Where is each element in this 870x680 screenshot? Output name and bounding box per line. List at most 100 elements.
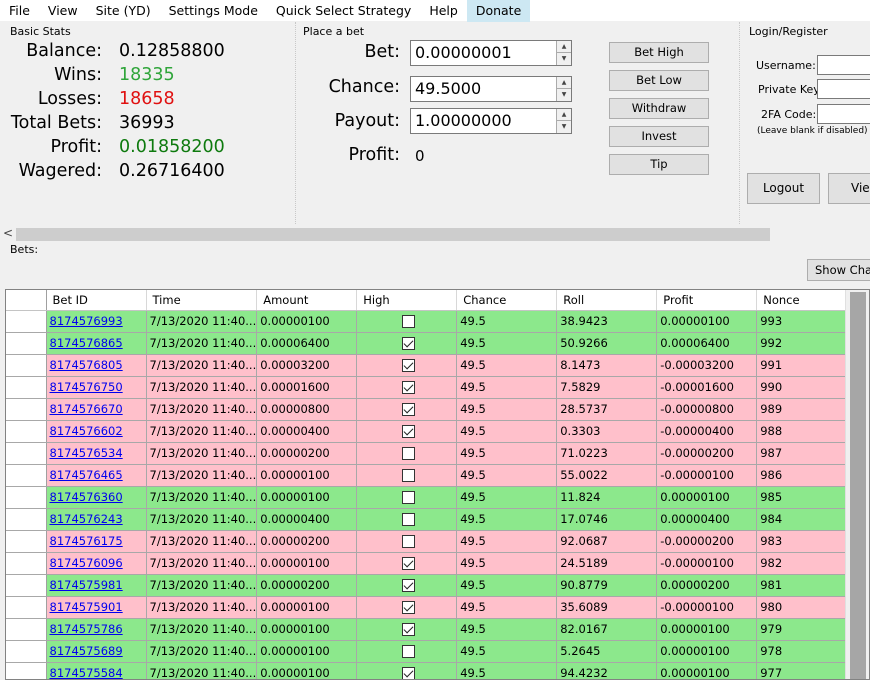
show-chart-button[interactable]: Show Chart bbox=[807, 259, 870, 281]
bet-id-link[interactable]: 8174576993 bbox=[50, 314, 123, 328]
chance-input[interactable]: 49.5000 ▲ ▼ bbox=[410, 76, 572, 102]
checked-checkbox-icon[interactable] bbox=[401, 425, 415, 438]
bet-id-link[interactable]: 8174575584 bbox=[50, 666, 123, 679]
bet-id-link[interactable]: 8174576750 bbox=[50, 380, 123, 394]
unchecked-checkbox-icon[interactable] bbox=[401, 447, 415, 460]
unchecked-checkbox-icon[interactable] bbox=[401, 645, 415, 658]
scrollbar-thumb[interactable] bbox=[16, 228, 770, 241]
table-row[interactable]: 8174575786 7/13/2020 11:40... 0.00000100 49… bbox=[6, 618, 858, 641]
vertical-scrollbar[interactable] bbox=[845, 290, 869, 679]
table-row[interactable]: 8174576993 7/13/2020 11:40... 0.00000100 49… bbox=[6, 310, 858, 333]
bet-high-button[interactable]: Bet High bbox=[609, 42, 709, 63]
table-row[interactable]: 8174575584 7/13/2020 11:40... 0.00000100 49… bbox=[6, 662, 858, 679]
bet-id-link[interactable]: 8174576865 bbox=[50, 336, 123, 350]
table-row[interactable]: 8174576465 7/13/2020 11:40... 0.00000100 49… bbox=[6, 464, 858, 487]
scroll-left-icon[interactable]: < bbox=[3, 226, 13, 240]
invest-button[interactable]: Invest bbox=[609, 126, 709, 147]
bet-id-link[interactable]: 8174576805 bbox=[50, 358, 123, 372]
bet-id-link[interactable]: 8174576670 bbox=[50, 402, 123, 416]
table-row[interactable]: 8174576360 7/13/2020 11:40... 0.00000100 49… bbox=[6, 486, 858, 509]
username-input[interactable] bbox=[817, 55, 870, 75]
menu-file[interactable]: File bbox=[0, 0, 39, 22]
menu-settings-mode[interactable]: Settings Mode bbox=[160, 0, 267, 22]
bet-id-link[interactable]: 8174576360 bbox=[50, 490, 123, 504]
table-row[interactable]: 8174576805 7/13/2020 11:40... 0.00003200 49… bbox=[6, 354, 858, 377]
bet-id-link[interactable]: 8174576175 bbox=[50, 534, 123, 548]
twofa-input[interactable] bbox=[817, 104, 870, 124]
payout-spinner[interactable]: ▲ ▼ bbox=[556, 109, 571, 133]
bet-id-link[interactable]: 8174575981 bbox=[50, 578, 123, 592]
profit-cell: -0.00000200 bbox=[656, 442, 758, 465]
bet-id-link[interactable]: 8174575786 bbox=[50, 622, 123, 636]
table-row[interactable]: 8174576602 7/13/2020 11:40... 0.00000400 49… bbox=[6, 420, 858, 443]
table-row[interactable]: 8174576534 7/13/2020 11:40... 0.00000200 49… bbox=[6, 442, 858, 465]
menu-quick-select-strategy[interactable]: Quick Select Strategy bbox=[267, 0, 420, 22]
checked-checkbox-icon[interactable] bbox=[401, 403, 415, 416]
bet-id-link[interactable]: 8174575689 bbox=[50, 644, 123, 658]
payout-input[interactable]: 1.00000000 ▲ ▼ bbox=[410, 108, 572, 134]
private-key-input[interactable] bbox=[817, 79, 870, 99]
bet-amount-spinner[interactable]: ▲ ▼ bbox=[556, 41, 571, 65]
menu-view[interactable]: View bbox=[39, 0, 87, 22]
unchecked-checkbox-icon[interactable] bbox=[401, 491, 415, 504]
unchecked-checkbox-icon[interactable] bbox=[401, 535, 415, 548]
row-header-cell bbox=[6, 464, 47, 487]
bet-id-link[interactable]: 8174576602 bbox=[50, 424, 123, 438]
row-header-cell bbox=[6, 398, 47, 421]
table-row[interactable]: 8174576750 7/13/2020 11:40... 0.00001600 49… bbox=[6, 376, 858, 399]
withdraw-button[interactable]: Withdraw bbox=[609, 98, 709, 119]
spin-down-icon[interactable]: ▼ bbox=[557, 53, 571, 65]
table-row[interactable]: 8174576243 7/13/2020 11:40... 0.00000400 49… bbox=[6, 508, 858, 531]
checked-checkbox-icon[interactable] bbox=[401, 667, 415, 679]
bet-id-link[interactable]: 8174575901 bbox=[50, 600, 123, 614]
view-button[interactable]: View bbox=[828, 173, 870, 204]
unchecked-checkbox-icon[interactable] bbox=[401, 469, 415, 482]
bet-id-link[interactable]: 8174576096 bbox=[50, 556, 123, 570]
column-header-amount[interactable]: Amount bbox=[256, 290, 358, 311]
column-header-time[interactable]: Time bbox=[146, 290, 258, 311]
table-row[interactable]: 8174575981 7/13/2020 11:40... 0.00000200 49… bbox=[6, 574, 858, 597]
spin-down-icon[interactable]: ▼ bbox=[557, 89, 571, 101]
horizontal-scrollbar[interactable]: < bbox=[0, 226, 870, 242]
column-header-roll[interactable]: Roll bbox=[556, 290, 658, 311]
checked-checkbox-icon[interactable] bbox=[401, 601, 415, 614]
bet-id-link[interactable]: 8174576534 bbox=[50, 446, 123, 460]
column-header-high[interactable]: High bbox=[356, 290, 458, 311]
vertical-scrollbar-thumb[interactable] bbox=[850, 292, 866, 679]
checked-checkbox-icon[interactable] bbox=[401, 359, 415, 372]
roll-cell: 17.0746 bbox=[556, 508, 658, 531]
bet-amount-input[interactable]: 0.00000001 ▲ ▼ bbox=[410, 40, 572, 66]
column-header-nonce[interactable]: Nonce bbox=[756, 290, 858, 311]
unchecked-checkbox-icon[interactable] bbox=[401, 513, 415, 526]
checked-checkbox-icon[interactable] bbox=[401, 381, 415, 394]
checked-checkbox-icon[interactable] bbox=[401, 337, 415, 350]
column-header-profit[interactable]: Profit bbox=[656, 290, 758, 311]
tip-button[interactable]: Tip bbox=[609, 154, 709, 175]
bet-id-link[interactable]: 8174576243 bbox=[50, 512, 123, 526]
chance-cell: 49.5 bbox=[456, 354, 558, 377]
basic-stats-group: Basic Stats Balance: 0.12858800 Wins: 18… bbox=[0, 22, 296, 224]
table-row[interactable]: 8174575689 7/13/2020 11:40... 0.00000100 49… bbox=[6, 640, 858, 663]
table-row[interactable]: 8174576670 7/13/2020 11:40... 0.00000800 49… bbox=[6, 398, 858, 421]
table-row[interactable]: 8174575901 7/13/2020 11:40... 0.00000100 49… bbox=[6, 596, 858, 619]
table-row[interactable]: 8174576175 7/13/2020 11:40... 0.00000200 49… bbox=[6, 530, 858, 553]
checked-checkbox-icon[interactable] bbox=[401, 557, 415, 570]
logout-button[interactable]: Logout bbox=[747, 173, 820, 204]
checked-checkbox-icon[interactable] bbox=[401, 579, 415, 592]
column-header-chance[interactable]: Chance bbox=[456, 290, 558, 311]
total-bets-value: 36993 bbox=[119, 113, 175, 133]
menu-help[interactable]: Help bbox=[420, 0, 467, 22]
menu-donate[interactable]: Donate bbox=[466, 0, 531, 22]
spin-down-icon[interactable]: ▼ bbox=[557, 121, 571, 133]
table-row[interactable]: 8174576096 7/13/2020 11:40... 0.00000100 49… bbox=[6, 552, 858, 575]
menu-site[interactable]: Site (YD) bbox=[87, 0, 160, 22]
column-header-bet-id[interactable]: Bet ID bbox=[46, 290, 147, 311]
table-row[interactable]: 8174576865 7/13/2020 11:40... 0.00006400 49… bbox=[6, 332, 858, 355]
roll-cell: 94.4232 bbox=[556, 662, 658, 679]
checked-checkbox-icon[interactable] bbox=[401, 623, 415, 636]
unchecked-checkbox-icon[interactable] bbox=[401, 315, 415, 328]
chance-spinner[interactable]: ▲ ▼ bbox=[556, 77, 571, 101]
bet-low-button[interactable]: Bet Low bbox=[609, 70, 709, 91]
bet-id-link[interactable]: 8174576465 bbox=[50, 468, 123, 482]
nonce-cell: 992 bbox=[756, 332, 858, 355]
